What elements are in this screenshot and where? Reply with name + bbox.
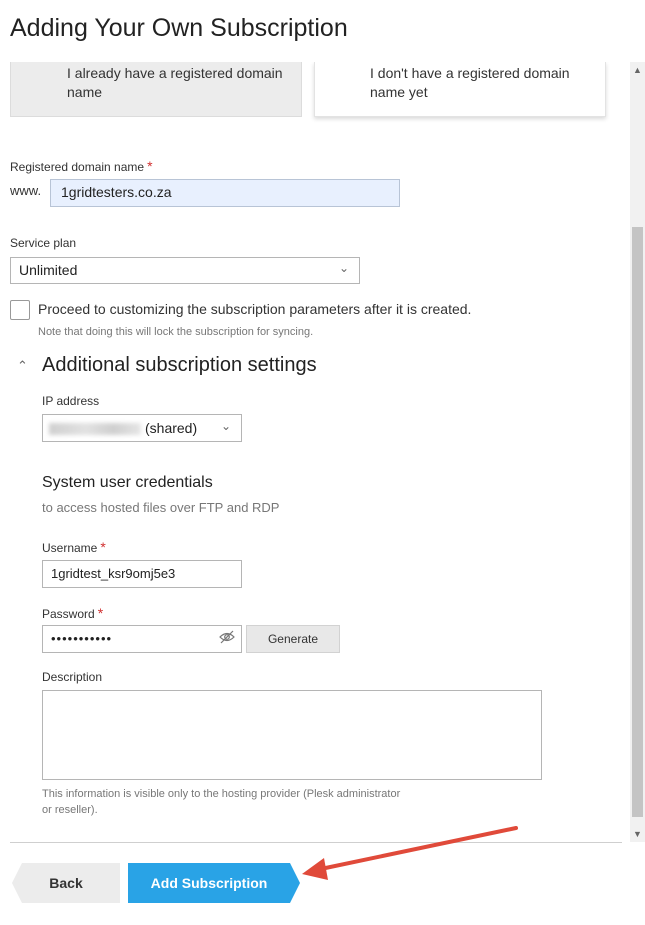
back-button[interactable]: Back (12, 863, 120, 903)
chevron-up-icon[interactable]: ⌃ (17, 358, 28, 374)
customize-checkbox[interactable] (10, 300, 30, 320)
description-label: Description (42, 670, 103, 684)
additional-settings-title[interactable]: Additional subscription settings (42, 354, 317, 377)
password-label-text: Password (42, 607, 95, 621)
description-help: This information is visible only to the … (42, 788, 401, 816)
generate-password-button[interactable]: Generate (246, 625, 340, 653)
chevron-down-icon: ⌄ (220, 419, 231, 433)
service-plan-label: Service plan (10, 236, 77, 250)
vertical-scrollbar[interactable]: ▲ ▼ (630, 62, 645, 842)
scrollbar-thumb[interactable] (632, 227, 643, 817)
password-input[interactable]: ••••••••••• (42, 625, 242, 653)
credentials-title: System user credentials (42, 474, 213, 491)
domain-label: Registered domain name * (10, 158, 153, 174)
ip-value-blurred (49, 423, 141, 436)
option-registered-domain[interactable]: I already have a registered domain name (10, 62, 302, 117)
required-marker: * (147, 158, 153, 174)
scroll-down-icon[interactable]: ▼ (633, 829, 642, 839)
ip-address-label: IP address (42, 394, 100, 408)
customize-label[interactable]: Proceed to customizing the subscription … (38, 301, 471, 317)
description-textarea[interactable] (42, 690, 542, 780)
password-mask: ••••••••••• (51, 631, 113, 646)
ip-address-select[interactable]: (shared) ⌄ (42, 414, 242, 442)
chevron-down-icon: ⌄ (338, 261, 349, 275)
credentials-subtitle: to access hosted files over FTP and RDP (42, 500, 280, 515)
username-label: Username * (42, 539, 106, 555)
customize-note: Note that doing this will lock the subsc… (38, 326, 314, 338)
form-scroll-area[interactable]: I already have a registered domain name … (0, 62, 645, 842)
service-plan-select[interactable]: Unlimited ⌄ (10, 257, 360, 284)
page-title: Adding Your Own Subscription (10, 14, 348, 42)
www-prefix: www. (10, 183, 42, 198)
required-marker: * (97, 605, 104, 621)
option-no-domain[interactable]: I don't have a registered domain name ye… (314, 62, 606, 117)
username-label-text: Username (42, 541, 98, 555)
ip-shared-suffix: (shared) (145, 420, 198, 436)
service-plan-value: Unlimited (19, 262, 78, 278)
scroll-up-icon[interactable]: ▲ (633, 65, 642, 75)
username-input[interactable]: 1gridtest_ksr9omj5e3 (42, 560, 242, 588)
domain-label-text: Registered domain name (10, 160, 145, 174)
eye-hidden-icon[interactable] (219, 630, 235, 647)
annotation-arrow-icon (302, 826, 518, 880)
password-label: Password * (42, 605, 103, 621)
required-marker: * (100, 539, 106, 555)
domain-name-input[interactable]: 1gridtesters.co.za (50, 179, 400, 207)
add-subscription-button[interactable]: Add Subscription (128, 863, 300, 903)
